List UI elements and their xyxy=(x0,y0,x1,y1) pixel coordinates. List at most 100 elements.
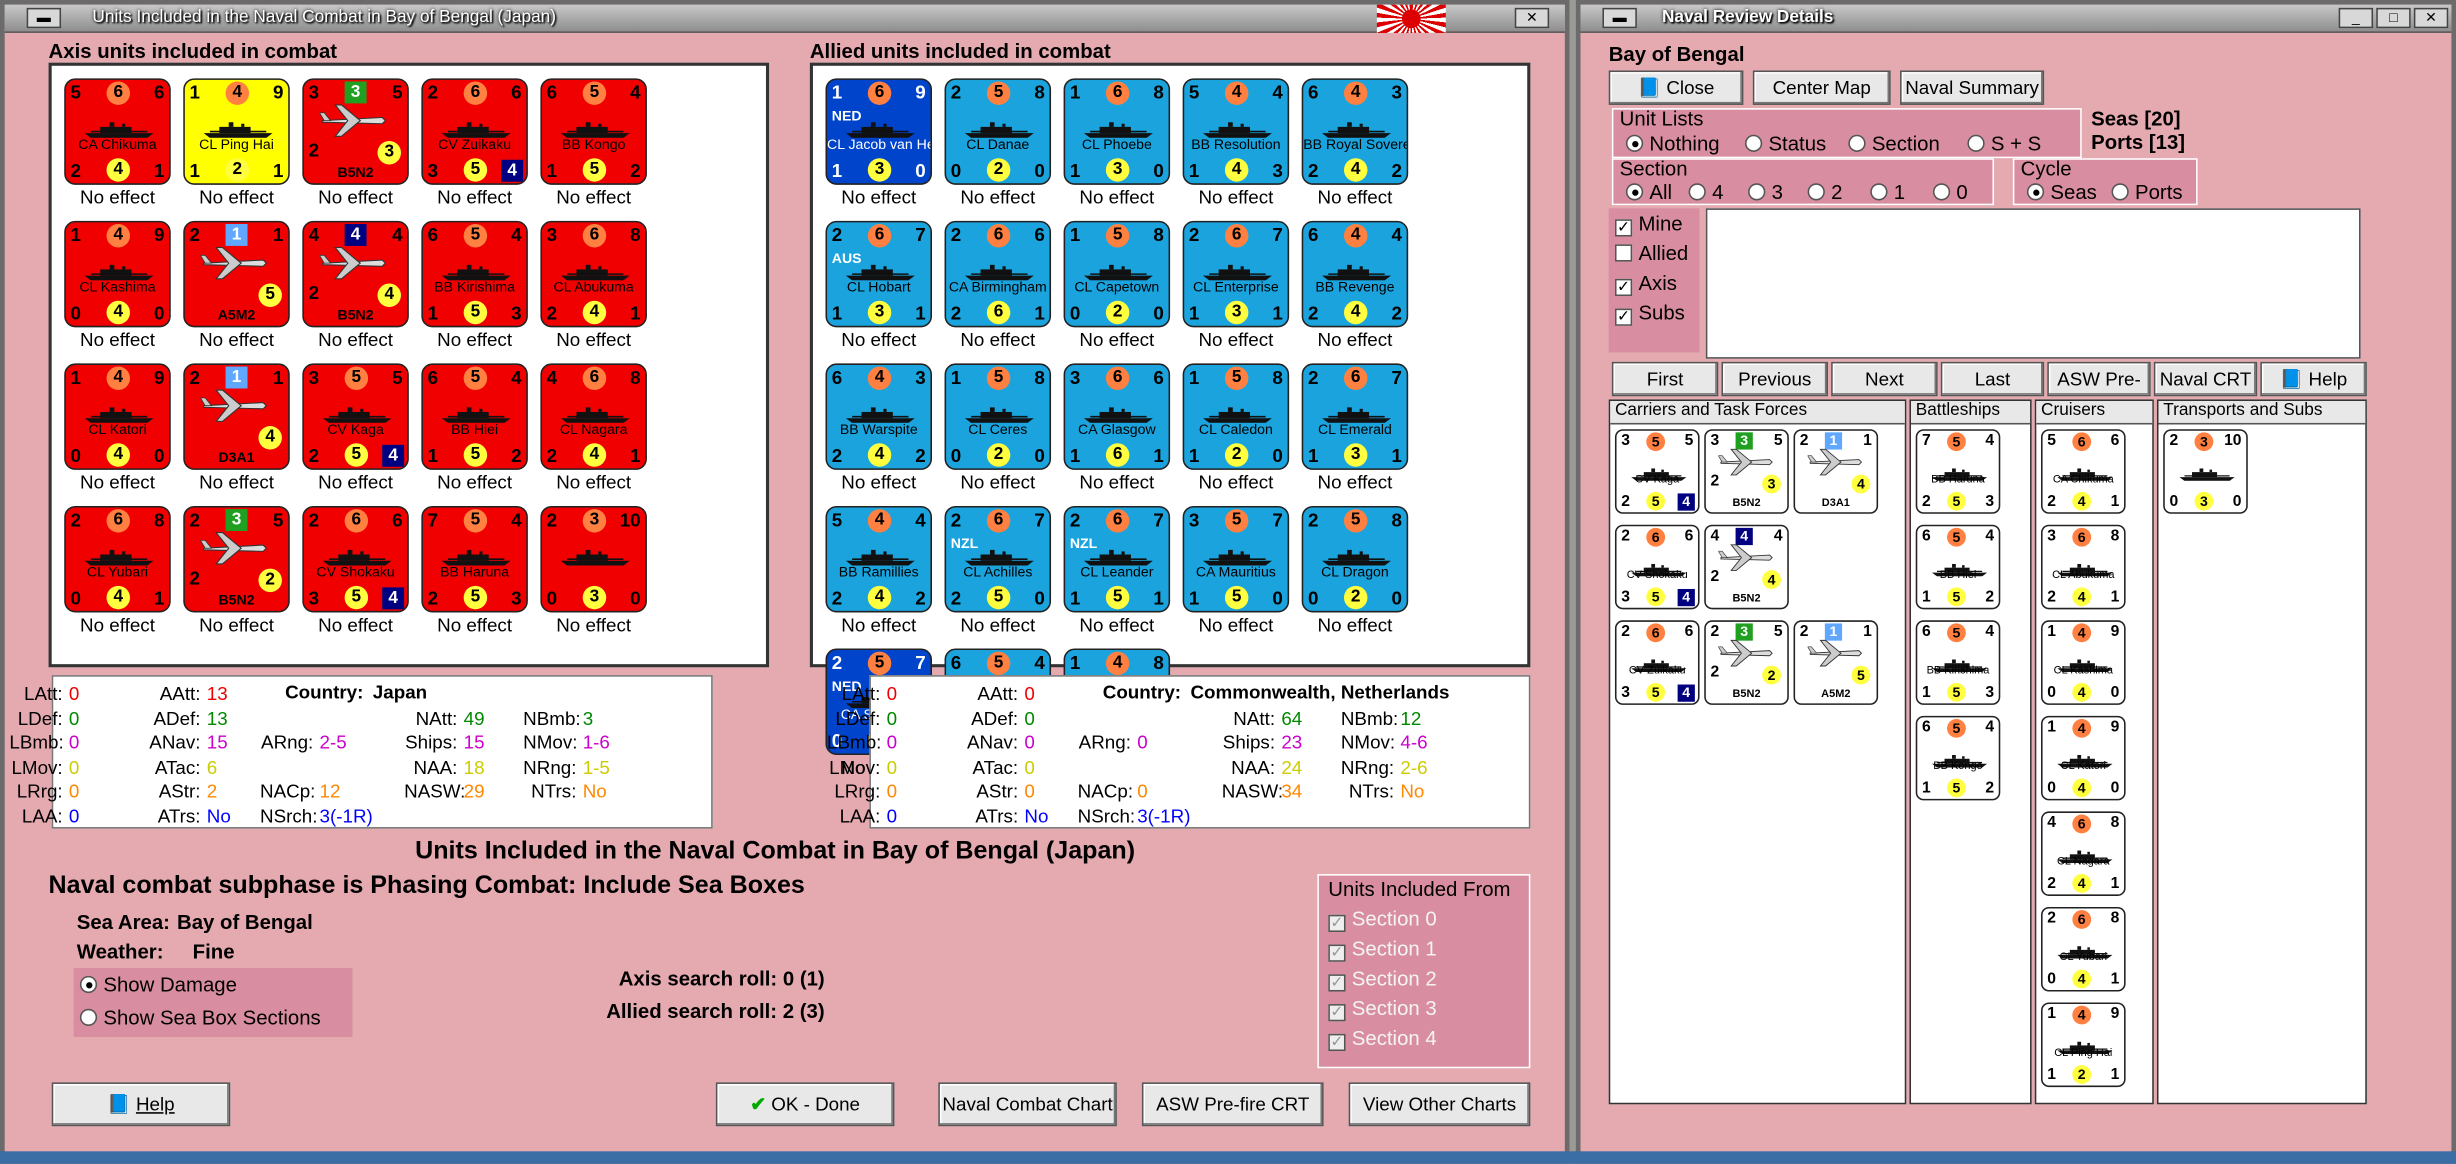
column-header[interactable]: Carriers and Task Forces xyxy=(1610,400,1905,425)
radio-option[interactable]: Ports xyxy=(2111,180,2183,204)
unit-counter[interactable]: 6 5 4 BB Kongo 1 5 2 xyxy=(1915,715,2001,801)
unit-counter[interactable]: 4 6 8 CL Nagara 2 4 1 xyxy=(540,363,647,470)
center-map-button[interactable]: Center Map xyxy=(1752,70,1891,105)
section-checkbox[interactable]: ✓ Section 4 xyxy=(1328,1026,1437,1052)
column-header[interactable]: Battleships xyxy=(1911,400,2031,425)
unit-counter[interactable]: 7 5 4 BB Haruna 2 5 3 xyxy=(1915,429,2001,514)
unit-counter[interactable]: 2 6 8 CL Yubari 0 4 1 xyxy=(64,505,171,613)
show-sea-box-radio[interactable]: Show Sea Box Sections xyxy=(79,1006,321,1029)
unit-counter[interactable]: 2 6 6 CA Birmingham 2 6 1 xyxy=(944,220,1052,328)
unit-counter[interactable]: 3 3 5 B5N2 2 3 xyxy=(302,78,409,185)
unit-counter[interactable]: 1 6 8 CL Phoebe 1 3 0 xyxy=(1063,78,1171,185)
unit-counter[interactable]: 643BB Royal Sovereign242 xyxy=(1301,78,1409,185)
radio-option[interactable]: Status xyxy=(1744,132,1826,155)
unit-counter[interactable]: 2 3 5 B5N2 2 2 xyxy=(183,505,290,613)
unit-counter[interactable]: 1 4 9 CL Kashima 0 4 0 xyxy=(2041,620,2126,705)
unit-counter[interactable]: 5 6 6 CA Chikuma 2 4 1 xyxy=(64,78,171,185)
unit-counter[interactable]: 6 5 4 BB Kirishima 1 5 3 xyxy=(421,220,528,328)
unit-counter[interactable]: 7 5 4 BB Haruna 2 5 3 xyxy=(421,505,528,613)
unit-counter[interactable]: 2 6 7 NZL CL Achilles 2 5 0 xyxy=(944,505,1052,613)
unit-counter[interactable]: 2 1 1 A5M2 5 xyxy=(183,220,290,328)
radio-option[interactable]: Section xyxy=(1848,132,1940,155)
unit-counter[interactable]: 5 4 4 BB Resolution 1 4 3 xyxy=(1182,78,1290,185)
unit-counter[interactable]: 2 3 5 B5N2 2 2 xyxy=(1704,620,1789,705)
unit-counter[interactable]: 2 6 7 CL Enterprise 1 3 1 xyxy=(1182,220,1290,328)
radio-option[interactable]: 3 xyxy=(1748,180,1783,204)
unit-counter[interactable]: 4 4 4 B5N2 2 4 xyxy=(302,220,409,328)
help-button[interactable]: 📘 Help xyxy=(51,1082,231,1127)
combat-window-titlebar[interactable]: ▬ Units Included in the Naval Combat in … xyxy=(4,4,1565,33)
filter-checkbox[interactable]: Allied xyxy=(1614,241,1688,265)
radio-option[interactable]: Nothing xyxy=(1625,132,1720,155)
radio-option[interactable]: 1 xyxy=(1870,180,1905,204)
unit-counter[interactable]: 3 6 6 CA Glasgow 1 6 1 xyxy=(1063,363,1171,470)
unit-counter[interactable]: 5 6 6 CA Chikuma 2 4 1 xyxy=(2041,429,2126,514)
unit-counter[interactable]: 2 5 8 CL Dragon 0 2 0 xyxy=(1301,505,1409,613)
filter-checkbox[interactable]: ✓ Mine xyxy=(1614,211,1683,237)
unit-counter[interactable]: 2 6 6 CV Zuikaku 3 5 4 xyxy=(421,78,528,185)
close-icon[interactable]: ✕ xyxy=(1514,7,1550,29)
unit-counter[interactable]: 3 3 5 B5N2 2 3 xyxy=(1704,429,1789,514)
unit-counter[interactable]: 1 4 9 CL Ping Hai 1 2 1 xyxy=(183,78,290,185)
section-checkbox[interactable]: ✓ Section 2 xyxy=(1328,966,1437,992)
nav-button-last[interactable]: Last xyxy=(1940,361,2045,397)
radio-option[interactable]: 0 xyxy=(1932,180,1968,204)
view-other-charts-button[interactable]: View Other Charts xyxy=(1348,1082,1531,1127)
unit-counter[interactable]: 1 4 9 CL Katori 0 4 0 xyxy=(64,363,171,470)
unit-counter[interactable]: 3 6 8 CL Abukuma 2 4 1 xyxy=(2041,524,2126,610)
unit-counter[interactable]: 2 6 7 CL Emerald 1 3 1 xyxy=(1301,363,1409,470)
nav-button-asw-pre-fire[interactable]: ASW Pre-fire xyxy=(2047,361,2151,421)
section-checkbox[interactable]: ✓ Section 0 xyxy=(1328,907,1437,933)
radio-option[interactable]: 2 xyxy=(1807,180,1842,204)
unit-counter[interactable]: 3 6 8 CL Abukuma 2 4 1 xyxy=(540,220,647,328)
unit-counter[interactable]: 1 4 9 CL Katori 0 4 0 xyxy=(2041,715,2126,801)
section-checkbox[interactable]: ✓ Section 1 xyxy=(1328,937,1437,962)
nav-button-next[interactable]: Next xyxy=(1831,361,1938,397)
unit-counter[interactable]: 6 4 4 BB Revenge 2 4 2 xyxy=(1301,220,1409,328)
naval-combat-chart-button[interactable]: Naval Combat Chart xyxy=(938,1082,1117,1127)
review-window-titlebar[interactable]: ▬ Naval Review Details _ □ ✕ xyxy=(1580,4,2452,33)
nav-button-naval-crt[interactable]: Naval CRT xyxy=(2153,361,2258,397)
close-button[interactable]: 📘 Close xyxy=(1608,70,1744,105)
unit-counter[interactable]: 2 6 6 CV Zuikaku 3 5 4 xyxy=(1614,620,1700,705)
unit-counter[interactable]: 1 4 9 CL Ping Hai 1 2 1 xyxy=(2041,1002,2126,1088)
unit-counter[interactable]: 1 5 8 CL Capetown 0 2 0 xyxy=(1063,220,1171,328)
asw-prefire-crt-button[interactable]: ASW Pre-fire CRT xyxy=(1141,1082,1324,1127)
unit-counter[interactable]: 2 1 1 D3A1 4 xyxy=(183,363,290,470)
section-checkbox[interactable]: ✓ Section 3 xyxy=(1328,996,1437,1022)
unit-counter[interactable]: 2 1 1 D3A1 4 xyxy=(1793,429,1879,514)
unit-counter[interactable]: 3 5 5 CV Kaga 2 5 4 xyxy=(302,363,409,470)
filter-checkbox[interactable]: ✓ Subs xyxy=(1614,301,1685,326)
unit-counter[interactable]: 4 4 4 B5N2 2 4 xyxy=(1704,524,1789,610)
unit-counter[interactable]: 2 3 10 0 3 0 xyxy=(540,505,647,613)
radio-option[interactable]: Seas xyxy=(2026,180,2097,204)
unit-counter[interactable]: 1 4 9 CL Kashima 0 4 0 xyxy=(64,220,171,328)
system-menu-button[interactable]: ▬ xyxy=(1602,7,1637,29)
unit-counter[interactable]: 2 6 6 CV Shokaku 3 5 4 xyxy=(1614,524,1700,610)
unit-counter[interactable]: 1 5 8 CL Caledon 1 2 0 xyxy=(1182,363,1290,470)
unit-counter[interactable]: 2 3 10 0 3 0 xyxy=(2163,429,2248,514)
radio-option[interactable]: All xyxy=(1625,180,1672,204)
unit-counter[interactable]: 2 6 6 CV Shokaku 3 5 4 xyxy=(302,505,409,613)
column-header[interactable]: Transports and Subs xyxy=(2158,400,2366,425)
unit-counter[interactable]: 2 5 8 CL Danae 0 2 0 xyxy=(944,78,1052,185)
column-header[interactable]: Cruisers xyxy=(2036,400,2153,425)
unit-counter[interactable]: 2 1 1 A5M2 5 xyxy=(1793,620,1879,705)
nav-button-first[interactable]: First xyxy=(1611,361,1719,397)
filter-checkbox[interactable]: ✓ Axis xyxy=(1614,271,1677,297)
unit-counter[interactable]: 5 4 4 BB Ramillies 2 4 2 xyxy=(825,505,933,613)
unit-counter[interactable]: 2 6 7 NZL CL Leander 1 5 1 xyxy=(1063,505,1171,613)
unit-counter[interactable]: 2 6 8 CL Yubari 0 4 1 xyxy=(2041,906,2126,992)
unit-counter[interactable]: 2 6 7 AUS CL Hobart 1 3 1 xyxy=(825,220,933,328)
nav-button-previous[interactable]: Previous xyxy=(1721,361,1828,397)
unit-counter[interactable]: 169NEDCL Jacob van Heemskerck130 xyxy=(825,78,933,185)
unit-counter[interactable]: 6 5 4 BB Hiei 1 5 2 xyxy=(1915,524,2001,610)
unit-counter[interactable]: 4 6 8 CL Nagara 2 4 1 xyxy=(2041,811,2126,896)
unit-counter[interactable]: 6 4 3 BB Warspite 2 4 2 xyxy=(825,363,933,470)
close-icon[interactable]: ✕ xyxy=(2413,7,2449,29)
maximize-icon[interactable]: □ xyxy=(2376,7,2411,29)
radio-option[interactable]: S + S xyxy=(1967,132,2041,155)
show-damage-radio[interactable]: Show Damage xyxy=(79,973,237,996)
nav-button-help[interactable]: 📘 Help xyxy=(2260,361,2367,397)
unit-counter[interactable]: 6 5 4 BB Kirishima 1 5 3 xyxy=(1915,620,2001,705)
